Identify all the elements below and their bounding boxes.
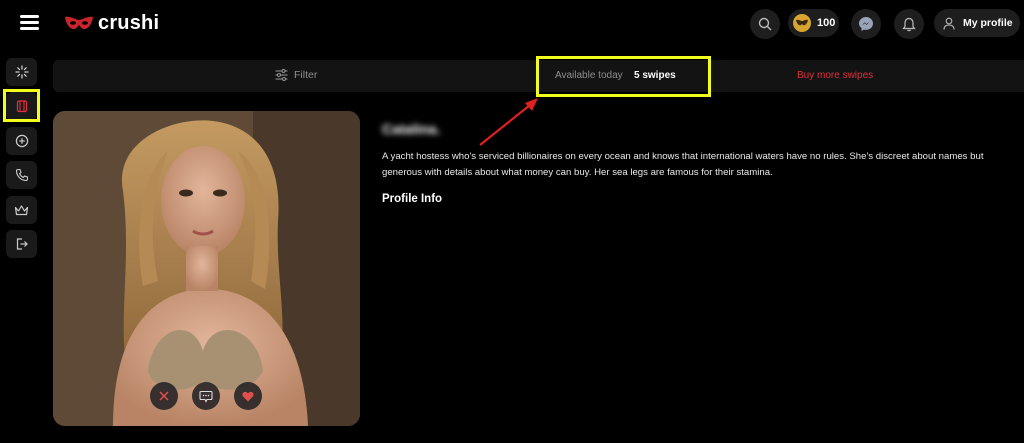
phone-icon (15, 168, 28, 182)
close-icon (159, 391, 169, 401)
chat-button[interactable] (192, 382, 220, 410)
profile-name: Catalina. (382, 121, 441, 137)
sidebar-item-discover[interactable] (6, 58, 37, 86)
sidebar-item-calls[interactable] (6, 161, 37, 189)
profile-card[interactable] (53, 111, 360, 426)
sidebar-item-premium[interactable] (6, 196, 37, 224)
sliders-icon (275, 69, 288, 81)
filter-button[interactable]: Filter (275, 69, 317, 81)
dislike-button[interactable] (150, 382, 178, 410)
coin-count: 100 (817, 17, 836, 29)
messenger-icon (859, 17, 873, 31)
search-icon (758, 17, 772, 31)
coin-icon (793, 14, 811, 32)
crown-icon (14, 204, 29, 215)
menu-icon[interactable] (20, 15, 39, 30)
logo[interactable]: crushi (64, 12, 159, 35)
heart-icon (242, 391, 254, 401)
sparkle-icon (14, 65, 29, 79)
chat-icon (199, 390, 213, 403)
coin-balance[interactable]: 100 (788, 9, 839, 37)
mask-logo-icon (65, 16, 93, 29)
my-profile-label: My profile (963, 17, 1013, 29)
profile-photo (53, 111, 360, 426)
like-button[interactable] (234, 382, 262, 410)
user-icon (943, 17, 955, 30)
logo-text: crushi (98, 12, 160, 34)
logout-icon (16, 238, 28, 250)
notifications-button[interactable] (894, 9, 924, 39)
annotation-highlight-box (536, 56, 711, 97)
profile-info-heading: Profile Info (382, 193, 443, 205)
top-bar: crushi 100 My profile (0, 0, 1024, 46)
buy-more-swipes-link[interactable]: Buy more swipes (797, 70, 873, 81)
bell-icon (902, 17, 916, 31)
search-button[interactable] (750, 9, 780, 39)
annotation-highlight-box (3, 89, 40, 122)
profile-bio: A yacht hostess who's serviced billionai… (382, 151, 984, 178)
annotation-arrow (479, 98, 538, 146)
sidebar-item-logout[interactable] (6, 230, 37, 258)
plus-circle-icon (15, 134, 28, 148)
messenger-button[interactable] (851, 9, 881, 39)
sidebar-item-create[interactable] (6, 127, 37, 155)
filter-label: Filter (294, 69, 318, 81)
my-profile-button[interactable]: My profile (934, 9, 1020, 37)
